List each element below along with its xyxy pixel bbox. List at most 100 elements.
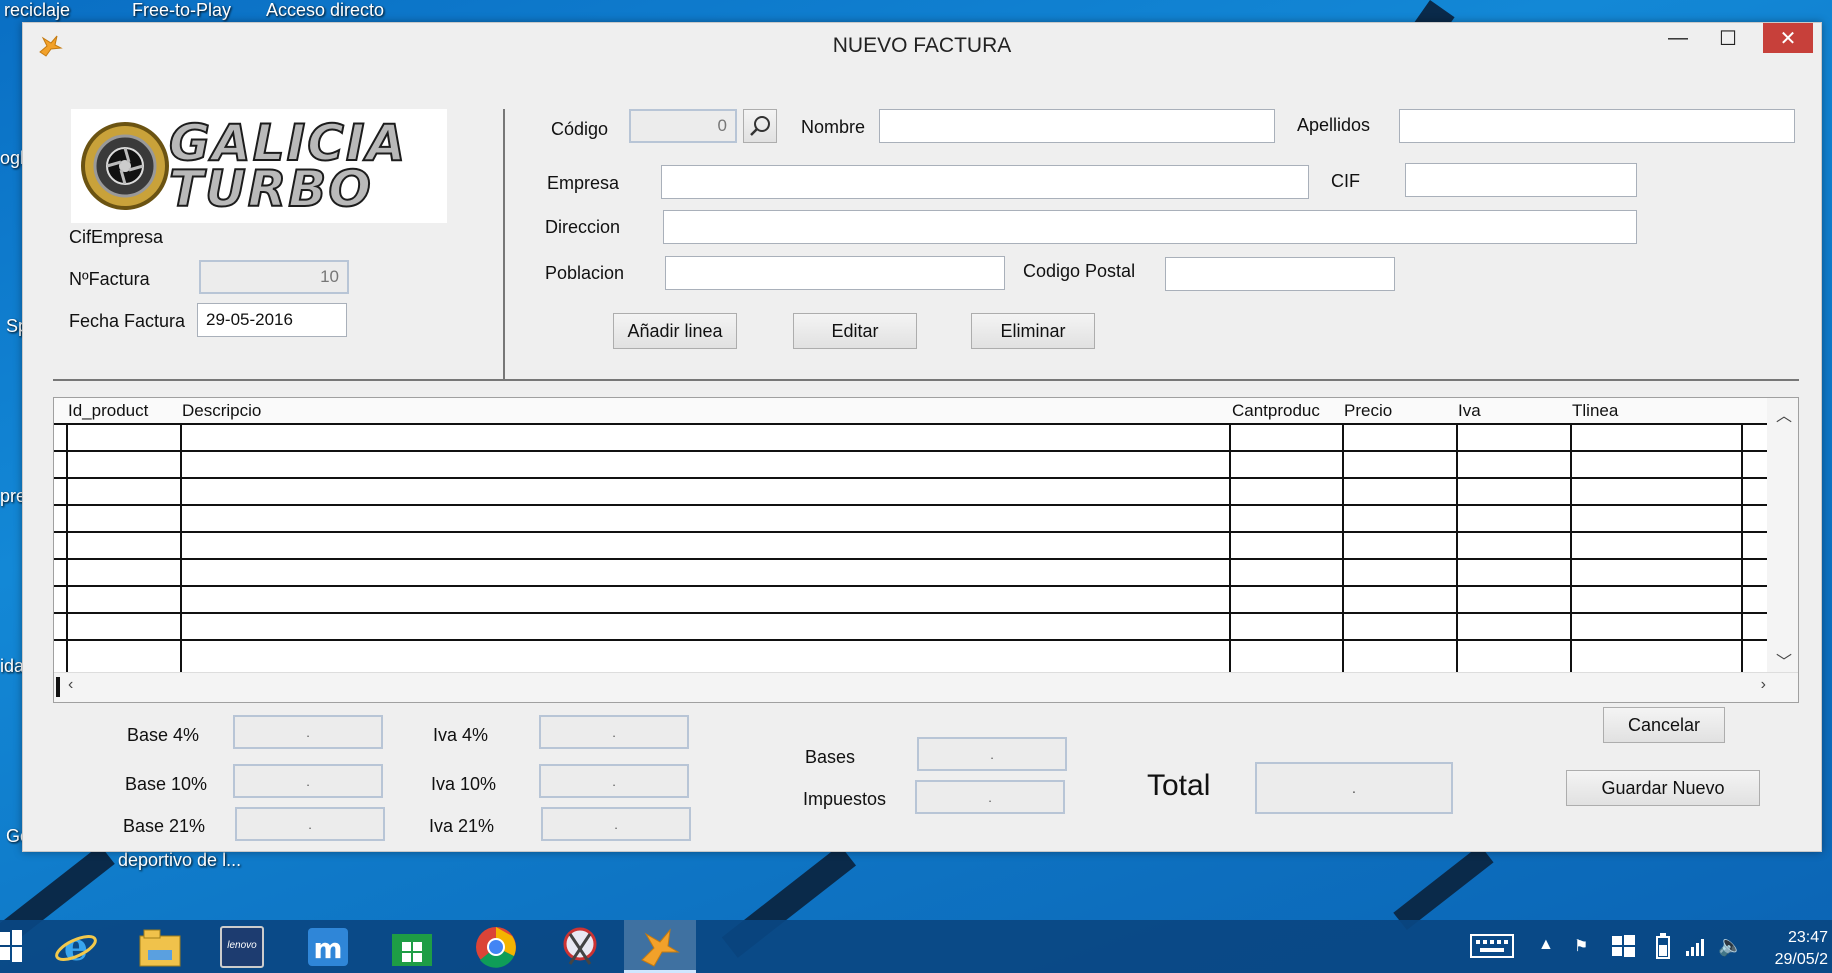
chrome-icon[interactable] [474, 926, 518, 968]
cif-label: CIF [1331, 171, 1360, 191]
poblacion-label: Poblacion [545, 263, 625, 283]
scroll-thumb[interactable] [56, 677, 60, 697]
invoice-number-label: NºFactura [69, 269, 150, 289]
battery-icon[interactable] [1656, 933, 1670, 959]
empresa-label: Empresa [547, 173, 620, 193]
iva-21-field[interactable]: . [541, 807, 691, 841]
base-10-field[interactable]: . [233, 764, 383, 798]
scroll-down-icon[interactable]: ﹀ [1776, 648, 1792, 672]
windows-update-icon[interactable] [1612, 935, 1636, 957]
codigo-postal-label: Codigo Postal [1023, 261, 1136, 281]
system-clock[interactable]: 23:47 29/05/2 [1775, 927, 1828, 971]
apellidos-field[interactable] [1399, 109, 1795, 143]
window-content: GALICIA TURBO CifEmpresa NºFactura 10 Fe… [23, 67, 1821, 853]
snipping-tool-icon[interactable] [558, 926, 602, 968]
column-divider [66, 425, 68, 673]
lenovo-label: lenovo [227, 940, 257, 951]
codigo-postal-field[interactable] [1165, 257, 1395, 291]
invoice-date-label: Fecha Factura [69, 311, 186, 331]
table-row[interactable] [54, 398, 1767, 425]
iva-21-label: Iva 21% [429, 816, 495, 836]
turbo-icon [81, 122, 169, 210]
lenovo-icon[interactable]: lenovo [220, 926, 264, 968]
close-button[interactable]: ✕ [1763, 23, 1813, 53]
iva-10-label: Iva 10% [431, 774, 497, 794]
nombre-field[interactable] [879, 109, 1275, 143]
iva-4-field[interactable]: . [539, 715, 689, 749]
minimize-button[interactable]: — [1655, 23, 1701, 53]
invoice-date-field[interactable]: 29-05-2016 [197, 303, 347, 337]
cif-field[interactable] [1405, 163, 1637, 197]
store-icon[interactable] [390, 926, 434, 968]
poblacion-field[interactable] [665, 256, 1005, 290]
network-signal-icon[interactable] [1686, 936, 1708, 956]
table-row[interactable] [54, 614, 1767, 641]
maximize-button[interactable]: ☐ [1705, 23, 1751, 53]
table-row[interactable] [54, 587, 1767, 614]
start-button[interactable] [0, 930, 24, 964]
total-field[interactable]: . [1255, 762, 1453, 814]
scroll-left-icon[interactable]: ‹ [68, 676, 73, 694]
keyboard-icon[interactable] [1470, 932, 1514, 960]
column-divider [180, 425, 182, 673]
search-client-button[interactable] [743, 109, 777, 143]
direccion-field[interactable] [663, 210, 1637, 244]
file-explorer-icon[interactable] [138, 926, 182, 968]
nombre-label: Nombre [801, 117, 866, 137]
desktop-icon-label[interactable]: ida [0, 656, 24, 677]
horizontal-scrollbar[interactable]: ‹ › [54, 672, 1798, 702]
column-divider [1342, 425, 1344, 673]
bases-field[interactable]: . [917, 737, 1067, 771]
iva-4-label: Iva 4% [433, 725, 489, 745]
desktop-icon-label[interactable]: Free-to-Play [132, 0, 231, 21]
taskbar: e lenovo m ▲ ⚑ 🔈 23:47 29/05/2 [0, 920, 1832, 973]
desktop-icon-label[interactable]: deportivo de l... [118, 850, 241, 871]
action-center-flag-icon[interactable]: ⚑ [1574, 936, 1588, 956]
invoice-window: NUEVO FACTURA — ☐ ✕ GALICIA TURBO CifEmp… [22, 22, 1822, 852]
total-label: Total [1147, 769, 1211, 802]
edit-line-button[interactable]: Editar [793, 313, 917, 349]
internet-explorer-icon[interactable]: e [54, 926, 98, 968]
table-row[interactable] [54, 560, 1767, 587]
table-row[interactable] [54, 425, 1767, 452]
base-21-field[interactable]: . [235, 807, 385, 841]
scroll-right-icon[interactable]: › [1761, 676, 1766, 694]
vertical-scrollbar[interactable]: ︿ ﹀ [1767, 398, 1798, 674]
maxthon-icon[interactable]: m [306, 926, 350, 968]
table-row[interactable] [54, 506, 1767, 533]
table-row[interactable] [54, 479, 1767, 506]
volume-icon[interactable]: 🔈 [1718, 933, 1743, 958]
java-app-icon[interactable] [638, 926, 682, 968]
table-row[interactable] [54, 452, 1767, 479]
clock-date: 29/05/2 [1774, 951, 1828, 968]
svg-text:e: e [64, 926, 88, 968]
codigo-label: Código [551, 119, 609, 139]
scroll-up-icon[interactable]: ︿ [1776, 402, 1792, 426]
column-divider [1570, 425, 1572, 673]
base-4-field[interactable]: . [233, 715, 383, 749]
desktop-icon-label[interactable]: Acceso directo [266, 0, 384, 21]
title-bar[interactable]: NUEVO FACTURA — ☐ ✕ [23, 23, 1821, 67]
invoice-number-field[interactable]: 10 [199, 260, 349, 294]
table-row[interactable] [54, 533, 1767, 560]
codigo-field[interactable]: 0 [629, 109, 737, 143]
cancel-button[interactable]: Cancelar [1603, 707, 1725, 743]
add-line-button[interactable]: Añadir linea [613, 313, 737, 349]
save-new-button[interactable]: Guardar Nuevo [1566, 770, 1760, 806]
horizontal-divider [53, 379, 1799, 381]
desktop-icon-label[interactable]: reciclaje [4, 0, 70, 21]
iva-10-field[interactable]: . [539, 764, 689, 798]
base-21-label: Base 21% [123, 816, 206, 836]
cif-empresa-label: CifEmpresa [69, 227, 164, 247]
invoice-lines-table[interactable]: Id_product Descripcio Cantproduc Precio … [53, 397, 1799, 703]
delete-line-button[interactable]: Eliminar [971, 313, 1095, 349]
empresa-field[interactable] [661, 165, 1309, 199]
windows-logo-icon [0, 930, 22, 962]
direccion-label: Direccion [545, 217, 621, 237]
wallpaper-streak [1393, 845, 1494, 931]
show-hidden-icons-icon[interactable]: ▲ [1538, 936, 1554, 954]
vertical-divider [503, 109, 505, 379]
impuestos-field[interactable]: . [915, 780, 1065, 814]
column-divider [1229, 425, 1231, 673]
desktop-icon-label[interactable]: ogl [0, 148, 24, 169]
